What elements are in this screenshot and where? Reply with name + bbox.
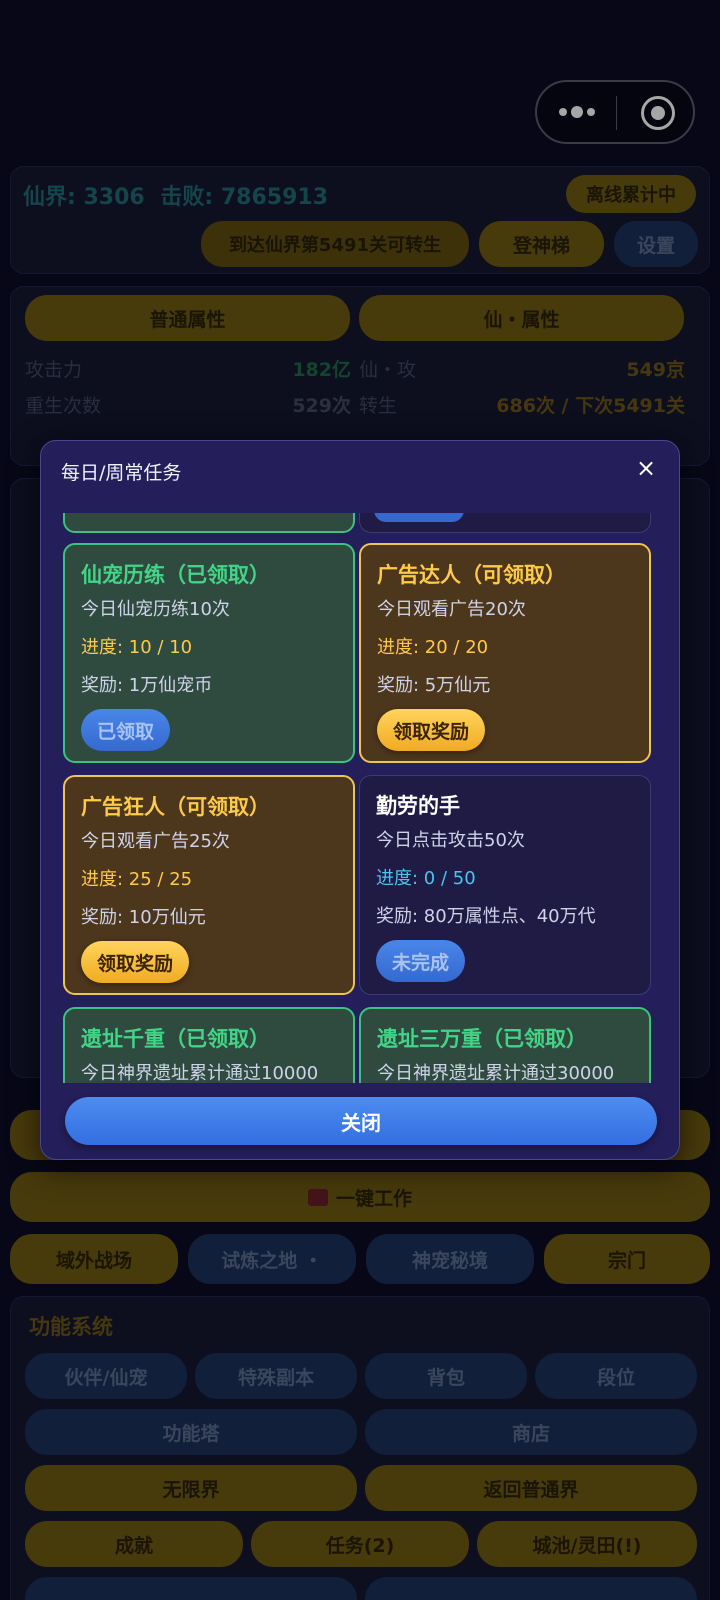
close-icon[interactable]: × bbox=[631, 453, 661, 483]
claimed-button[interactable]: 已领取 bbox=[81, 709, 171, 751]
task-card: 广告达人（可领取） 今日观看广告20次 进度: 20 / 20 奖励: 5万仙元… bbox=[359, 543, 651, 763]
task-card: 广告狂人（可领取） 今日观看广告25次 进度: 25 / 25 奖励: 10万仙… bbox=[63, 775, 355, 995]
task-desc: 今日观看广告20次 bbox=[377, 599, 526, 620]
claim-reward-button[interactable]: 领取奖励 bbox=[81, 941, 190, 983]
task-desc: 今日观看广告25次 bbox=[81, 831, 230, 852]
tasks-modal: 每日/周常任务 × 仙宠历练（已领取） 今日仙宠历练10次 进度: 10 / 1… bbox=[40, 440, 680, 1160]
claim-reward-button[interactable]: 领取奖励 bbox=[377, 709, 486, 751]
task-progress: 进度: 25 / 25 bbox=[81, 869, 193, 890]
close-button[interactable]: 关闭 bbox=[65, 1097, 657, 1145]
task-title: 遗址三万重（已领取） bbox=[377, 1027, 587, 1051]
task-progress: 进度: 20 / 20 bbox=[377, 637, 489, 658]
task-list[interactable]: 仙宠历练（已领取） 今日仙宠历练10次 进度: 10 / 10 奖励: 1万仙宠… bbox=[63, 513, 661, 1083]
task-reward: 奖励: 5万仙元 bbox=[377, 675, 491, 696]
task-card: 遗址三万重（已领取） 今日神界遗址累计通过30000 bbox=[359, 1007, 651, 1083]
task-progress: 进度: 10 / 10 bbox=[81, 637, 193, 658]
task-reward: 奖励: 10万仙元 bbox=[81, 907, 206, 928]
task-title: 遗址千重（已领取） bbox=[81, 1027, 270, 1051]
task-title: 广告达人（可领取） bbox=[377, 563, 566, 587]
modal-title: 每日/周常任务 bbox=[61, 462, 182, 484]
task-desc: 今日神界遗址累计通过10000 bbox=[81, 1063, 319, 1083]
task-card-partial bbox=[359, 513, 651, 533]
task-progress: 进度: 0 / 50 bbox=[376, 868, 476, 889]
task-desc: 今日仙宠历练10次 bbox=[81, 599, 230, 620]
task-title: 仙宠历练（已领取） bbox=[81, 563, 270, 587]
task-card: 仙宠历练（已领取） 今日仙宠历练10次 进度: 10 / 10 奖励: 1万仙宠… bbox=[63, 543, 355, 763]
task-card-partial bbox=[63, 513, 355, 533]
task-reward: 奖励: 80万属性点、40万代 bbox=[376, 906, 596, 927]
task-button-partial bbox=[374, 513, 464, 522]
task-title: 勤劳的手 bbox=[376, 794, 460, 818]
incomplete-button[interactable]: 未完成 bbox=[376, 940, 466, 982]
task-reward: 奖励: 1万仙宠币 bbox=[81, 675, 213, 696]
task-title: 广告狂人（可领取） bbox=[81, 795, 270, 819]
task-card: 勤劳的手 今日点击攻击50次 进度: 0 / 50 奖励: 80万属性点、40万… bbox=[359, 775, 651, 995]
task-card: 遗址千重（已领取） 今日神界遗址累计通过10000 bbox=[63, 1007, 355, 1083]
task-desc: 今日点击攻击50次 bbox=[376, 830, 525, 851]
task-desc: 今日神界遗址累计通过30000 bbox=[377, 1063, 615, 1083]
